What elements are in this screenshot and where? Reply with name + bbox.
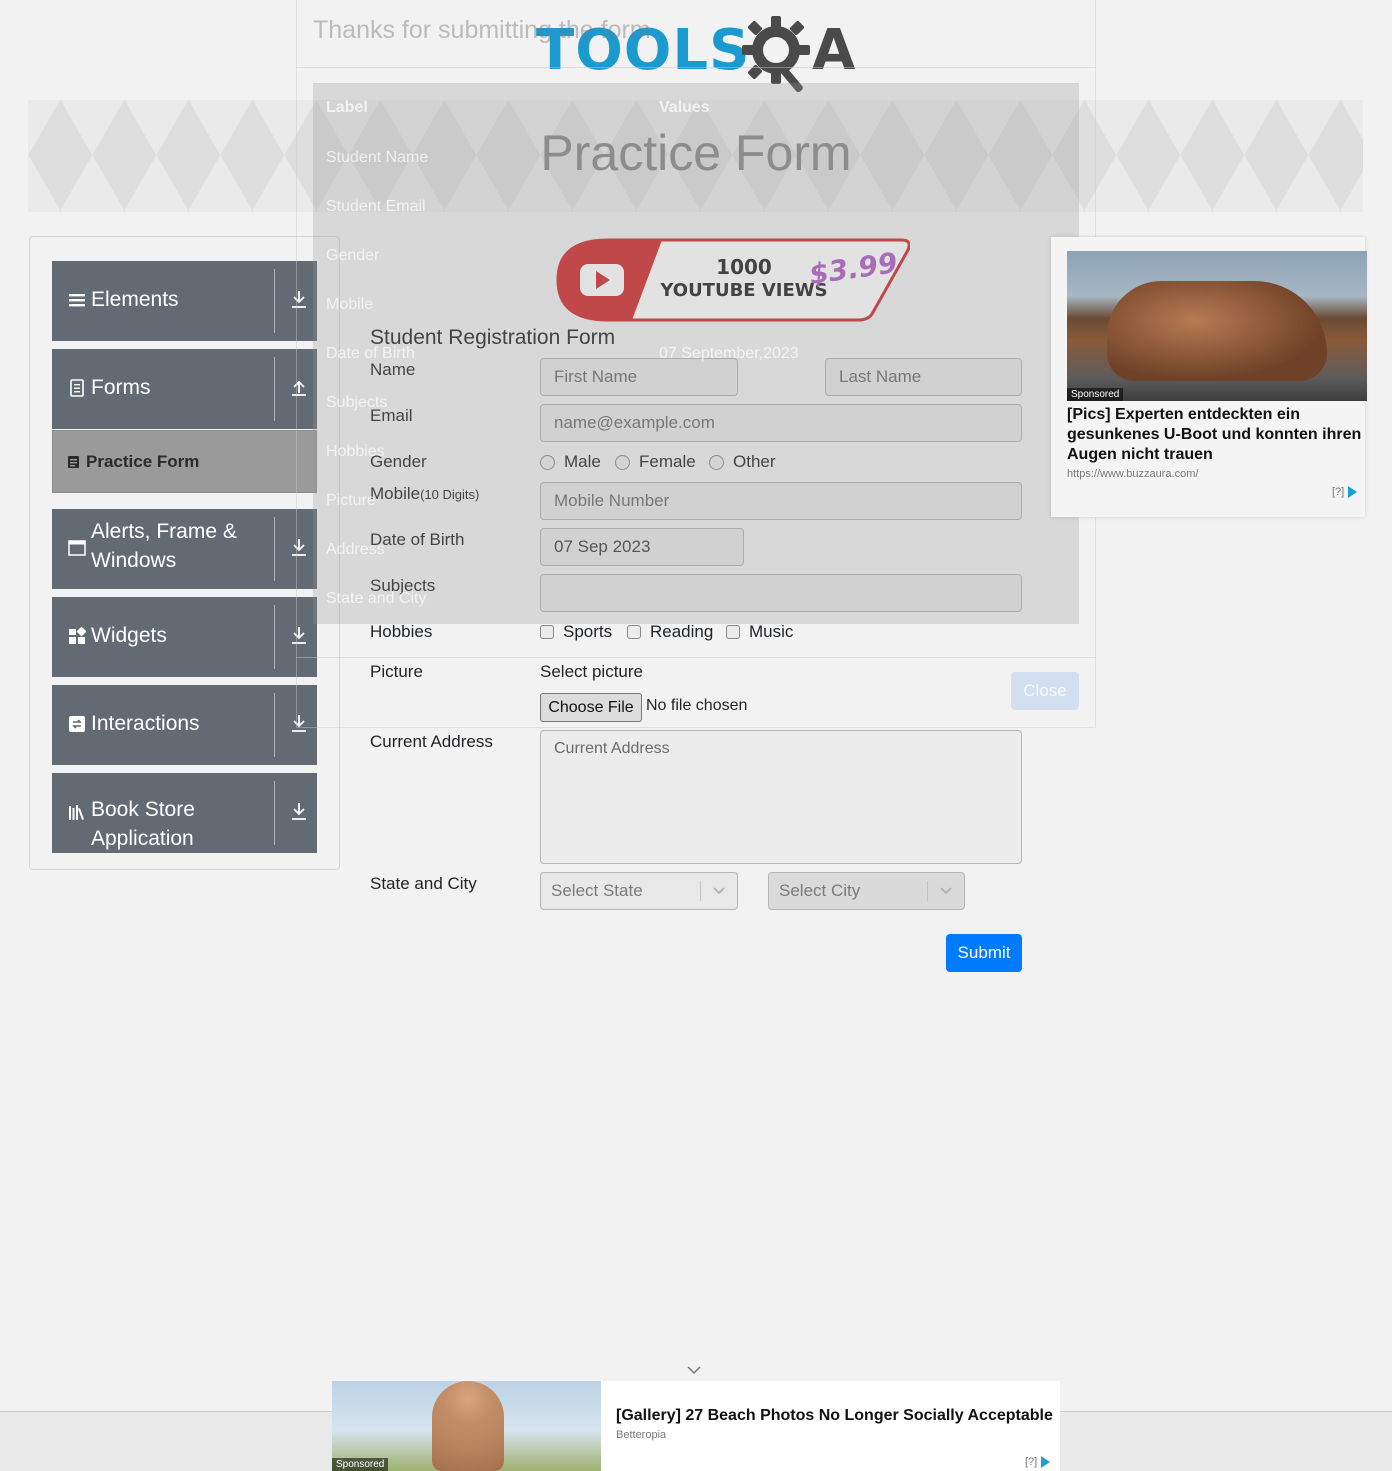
adchoices-icon — [1348, 486, 1358, 498]
table-header-label: Label — [326, 99, 368, 116]
table-row-value: 07 September,2023 — [659, 345, 799, 362]
sidebar-group-book-store[interactable]: Book Store Application — [52, 773, 317, 853]
table-row-label: Hobbies — [326, 443, 385, 460]
table-row-label: Address — [326, 541, 385, 558]
table-row-label: Student Email — [326, 198, 426, 215]
divider — [274, 693, 275, 757]
submit-button[interactable]: Submit — [946, 934, 1022, 972]
sidebar-group-forms[interactable]: Forms — [52, 349, 317, 429]
chevron-down-icon[interactable] — [686, 1364, 702, 1376]
sidebar-group-interactions[interactable]: Interactions — [52, 685, 317, 765]
ad-source[interactable]: Betteropia — [616, 1429, 666, 1441]
sponsored-badge: Sponsored — [1067, 388, 1124, 401]
hamburger-icon — [69, 294, 85, 307]
sidebar-group-widgets[interactable]: Widgets — [52, 597, 317, 677]
state-select[interactable]: Select State — [540, 872, 738, 910]
sidebar-group-label: Elements — [91, 288, 179, 311]
chevron-down-icon — [713, 887, 725, 895]
table-header-values: Values — [659, 99, 710, 116]
adchoice-label: [?] — [1332, 486, 1345, 498]
close-modal-button[interactable]: Close — [1011, 672, 1079, 710]
sidebar-group-label: Interactions — [91, 712, 200, 735]
sidebar-group-label: Book Store Application — [91, 798, 195, 850]
adchoice-label: [?] — [1025, 1456, 1038, 1468]
adchoices[interactable]: [?] — [1332, 486, 1358, 498]
divider — [274, 517, 275, 581]
table-row-label: State and City — [326, 590, 427, 607]
ad-url[interactable]: https://www.buzzaura.com/ — [1067, 468, 1198, 480]
divider — [274, 357, 275, 421]
sponsored-ad-right[interactable]: Sponsored [Pics] Experten entdeckten ein… — [1051, 237, 1367, 517]
address-label: Current Address — [370, 732, 493, 751]
ad-title[interactable]: [Gallery] 27 Beach Photos No Longer Soci… — [616, 1407, 1053, 1425]
sidebar-item-practice-form[interactable]: Practice Form — [52, 430, 317, 493]
sidebar-group-elements[interactable]: Elements — [52, 261, 317, 341]
modal-divider — [296, 67, 1096, 68]
books-icon — [69, 805, 84, 820]
current-address-textarea[interactable]: Current Address — [540, 730, 1022, 864]
adchoices-icon — [1041, 1456, 1051, 1468]
ad-title[interactable]: [Pics] Experten entdeckten ein gesunkene… — [1067, 405, 1365, 465]
table-row-label: Picture — [326, 492, 376, 509]
form-icon — [68, 456, 79, 468]
submarine-image — [1107, 281, 1327, 381]
city-select-value: Select City — [779, 881, 861, 900]
divider — [274, 781, 275, 845]
download-arrow-icon[interactable] — [290, 801, 308, 821]
sponsored-ad-bottom[interactable]: Sponsored [Gallery] 27 Beach Photos No L… — [332, 1381, 1060, 1471]
modal-results-table: Label Values Student Name Student Email … — [313, 83, 1079, 624]
state-city-label: State and City — [370, 874, 477, 893]
sidebar-group-label: Widgets — [91, 624, 167, 647]
divider — [700, 881, 701, 901]
table-row-label: Date of Birth — [326, 345, 415, 362]
sidebar-group-label: Alerts, Frame & Windows — [91, 520, 237, 572]
adchoices[interactable]: [?] — [1025, 1456, 1051, 1468]
sponsored-badge: Sponsored — [332, 1458, 389, 1471]
table-row-label: Mobile — [326, 296, 374, 313]
modal-title: Thanks for submitting the form — [313, 16, 651, 44]
modal-footer-divider — [296, 657, 1096, 658]
city-select[interactable]: Select City — [768, 872, 965, 910]
divider — [274, 605, 275, 669]
ad-image[interactable]: Sponsored — [1067, 251, 1367, 401]
divider — [927, 881, 928, 901]
beach-photo — [432, 1381, 504, 1471]
table-row-label: Student Name — [326, 149, 429, 166]
table-row-label: Gender — [326, 247, 380, 264]
sidebar-group-alerts[interactable]: Alerts, Frame & Windows — [52, 509, 317, 589]
ad-image[interactable]: Sponsored — [332, 1381, 601, 1471]
document-icon — [70, 379, 84, 397]
state-select-value: Select State — [551, 881, 643, 900]
widgets-icon — [69, 627, 86, 644]
chevron-down-icon — [940, 887, 952, 895]
left-panel: Elements Forms Practice Form Alerts, Fra… — [29, 236, 340, 870]
interactions-icon — [69, 716, 85, 732]
sidebar-item-label: Practice Form — [86, 452, 200, 471]
window-icon — [68, 540, 86, 556]
table-row-label: Subjects — [326, 394, 388, 411]
divider — [274, 269, 275, 333]
sidebar-group-label: Forms — [91, 376, 151, 399]
